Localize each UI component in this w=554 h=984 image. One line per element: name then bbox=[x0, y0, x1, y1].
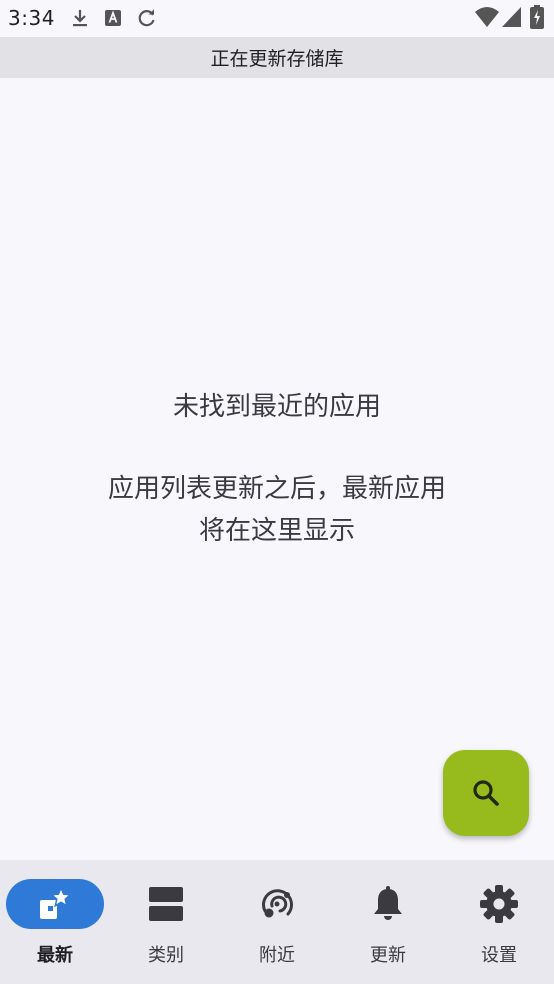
nav-item-updates[interactable]: 更新 bbox=[333, 860, 443, 984]
nearby-icon bbox=[262, 889, 293, 918]
battery-icon bbox=[530, 5, 544, 29]
signal-icon bbox=[502, 7, 521, 27]
status-bar: 3:34 bbox=[0, 0, 554, 37]
empty-state-description-line1: 应用列表更新之后，最新应用 bbox=[107, 474, 446, 504]
bottom-navigation: 最新 类别 附近 更新 设置 bbox=[0, 860, 554, 984]
empty-state-title: 未找到最近的应用 bbox=[172, 392, 381, 422]
nav-label-settings: 设置 bbox=[481, 945, 517, 966]
empty-state-description-line2: 将在这里显示 bbox=[198, 516, 355, 546]
updating-repositories-banner: 正在更新存储库 bbox=[0, 37, 554, 78]
refresh-icon bbox=[138, 9, 155, 27]
gear-icon bbox=[480, 885, 518, 923]
nav-active-indicator bbox=[6, 879, 104, 929]
nav-item-settings[interactable]: 设置 bbox=[444, 860, 554, 984]
banner-text: 正在更新存储库 bbox=[210, 48, 344, 70]
nav-label-latest: 最新 bbox=[37, 945, 73, 966]
search-icon bbox=[473, 780, 499, 806]
a-badge-icon bbox=[105, 10, 121, 26]
nav-label-categories: 类别 bbox=[148, 945, 184, 966]
status-time: 3:34 bbox=[8, 6, 55, 30]
nav-item-categories[interactable]: 类别 bbox=[111, 860, 221, 984]
empty-state-description: 应用列表更新之后，最新应用 将在这里显示 bbox=[60, 468, 494, 552]
search-button[interactable] bbox=[443, 750, 529, 836]
wifi-icon bbox=[475, 7, 499, 27]
nav-label-nearby: 附近 bbox=[259, 945, 295, 966]
nav-item-nearby[interactable]: 附近 bbox=[222, 860, 332, 984]
categories-icon bbox=[149, 887, 183, 921]
download-icon bbox=[73, 10, 87, 27]
latest-star-icon bbox=[40, 886, 73, 919]
bell-icon bbox=[374, 886, 402, 920]
nav-item-latest[interactable]: 最新 bbox=[0, 860, 110, 984]
nav-label-updates: 更新 bbox=[370, 945, 406, 966]
